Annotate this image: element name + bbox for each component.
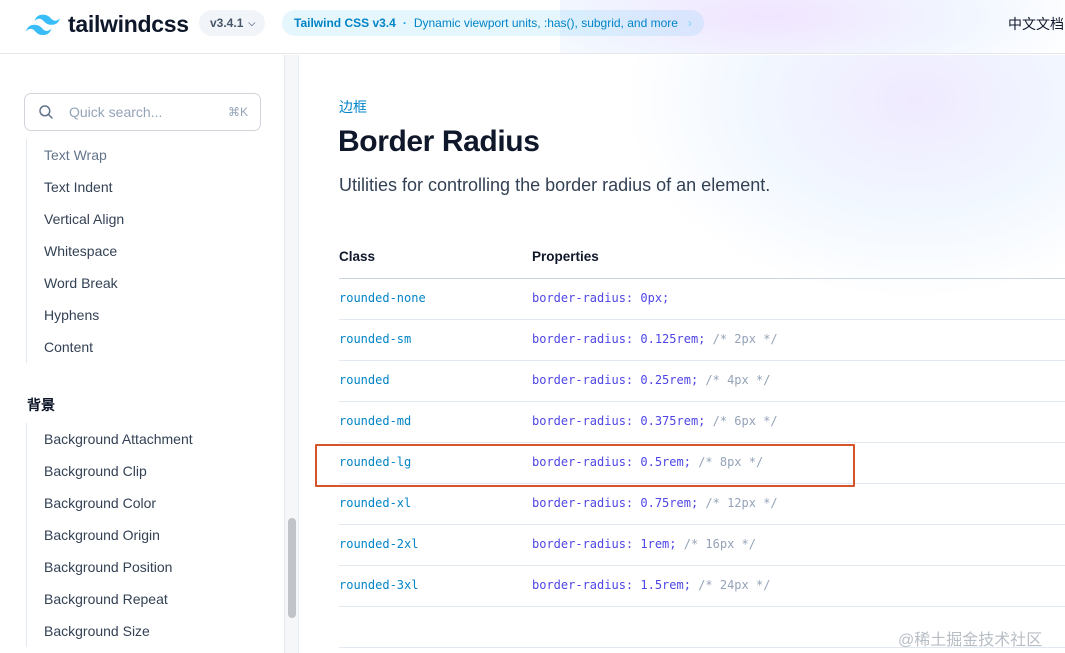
table-header-properties: Properties [532,249,599,264]
table-cell-properties: border-radius: 0.25rem; /* 4px */ [532,373,770,387]
announcement-separator: · [402,16,407,30]
property-value: border-radius: 0.375rem; [532,414,706,428]
table-cell-properties: border-radius: 0.75rem; /* 12px */ [532,496,778,510]
nav-list-backgrounds: Background Attachment Background Clip Ba… [26,423,193,647]
property-comment: /* 12px */ [705,496,778,510]
sidebar-item-vertical-align[interactable]: Vertical Align [27,203,124,235]
search-placeholder: Quick search... [69,104,163,120]
sidebar-scrollbar-thumb[interactable] [288,518,296,618]
version-selector[interactable]: v3.4.1 ⌵ [199,10,266,36]
announcement-strong: Tailwind CSS v3.4 [294,16,396,30]
sidebar: Quick search... ⌘K Text Wrap Text Indent… [0,55,285,653]
table-row: rounded-3xl border-radius: 1.5rem; /* 24p… [339,566,1065,607]
property-value: border-radius: 1.5rem; [532,578,691,592]
sidebar-item-background-origin[interactable]: Background Origin [27,519,193,551]
table-cell-properties: border-radius: 0.125rem; /* 2px */ [532,332,778,346]
table-cell-class: rounded-2xl [339,537,419,551]
property-comment: /* 6px */ [712,414,778,428]
announcement-link[interactable]: Tailwind CSS v3.4 · Dynamic viewport uni… [282,10,704,36]
property-value: border-radius: 0.75rem; [532,496,699,510]
table-row: rounded-2xl border-radius: 1rem; /* 16px … [339,525,1065,566]
sidebar-item-background-attachment[interactable]: Background Attachment [27,423,193,455]
quick-search-button[interactable]: Quick search... ⌘K [24,93,261,131]
language-link[interactable]: 中文文档 [1008,14,1064,34]
sidebar-item-background-size[interactable]: Background Size [27,615,193,647]
sidebar-item-whitespace[interactable]: Whitespace [27,235,124,267]
table-cell-class: rounded-xl [339,496,412,510]
table-row: rounded-md border-radius: 0.375rem; /* 6p… [339,402,1065,443]
table-cell-class: rounded-3xl [339,578,419,592]
table-cell-properties: border-radius: 0px; [532,291,669,305]
table-row: rounded border-radius: 0.25rem; /* 4px */ [339,361,1065,402]
property-comment: /* 2px */ [712,332,778,346]
sidebar-item-background-position[interactable]: Background Position [27,551,193,583]
sidebar-item-background-clip[interactable]: Background Clip [27,455,193,487]
sidebar-item-text-indent[interactable]: Text Indent [27,171,124,203]
table-cell-properties: border-radius: 0.375rem; /* 6px */ [532,414,778,428]
highlight-box [315,444,855,487]
table-header: Class Properties [339,243,1065,279]
property-value: border-radius: 0px; [532,291,670,305]
sidebar-item-text-wrap[interactable]: Text Wrap [27,139,124,171]
sidebar-item-background-repeat[interactable]: Background Repeat [27,583,193,615]
table-cell-class: rounded-sm [339,332,412,346]
property-comment: /* 16px */ [683,537,756,551]
search-shortcut: ⌘K [227,105,248,119]
table-row: rounded-none border-radius: 0px; [339,279,1065,320]
sidebar-item-background-color[interactable]: Background Color [27,487,193,519]
main-content: 边框 Border Radius Utilities for controlli… [299,55,1065,653]
sidebar-section-backgrounds: 背景 [27,397,55,413]
version-label: v3.4.1 [210,16,244,30]
property-comment: /* 24px */ [698,578,771,592]
property-value: border-radius: 1rem; [532,537,677,551]
logo-text: tailwindcss [68,11,189,37]
property-comment: /* 4px */ [705,373,771,387]
table-cell-class: rounded-md [339,414,412,428]
property-value: border-radius: 0.125rem; [532,332,706,346]
top-header: tailwindcss v3.4.1 ⌵ Tailwind CSS v3.4 ·… [0,0,1065,54]
table-row: rounded-xl border-radius: 0.75rem; /* 12p… [339,484,1065,525]
chevron-right-icon: › [687,16,692,30]
table-header-class: Class [339,249,376,264]
watermark: @稀土掘金技术社区 [898,632,1043,649]
table-cell-properties: border-radius: 1rem; /* 16px */ [532,537,756,551]
sidebar-item-word-break[interactable]: Word Break [27,267,124,299]
announcement-text: Dynamic viewport units, :has(), subgrid,… [413,16,678,30]
page-eyebrow: 边框 [339,99,367,115]
nav-list-typography: Text Wrap Text Indent Vertical Align Whi… [26,139,124,363]
table-body: rounded-none border-radius: 0px; rounded-s… [339,279,1065,607]
chevron-down-icon: ⌵ [248,17,256,28]
sidebar-item-content[interactable]: Content [27,331,124,363]
page-subtitle: Utilities for controlling the border rad… [339,175,771,195]
sidebar-item-hyphens[interactable]: Hyphens [27,299,124,331]
search-icon [39,105,53,119]
table-cell-properties: border-radius: 1.5rem; /* 24px */ [532,578,770,592]
logo[interactable]: tailwindcss [26,11,189,38]
table-row: rounded-sm border-radius: 0.125rem; /* 2p… [339,320,1065,361]
page-title: Border Radius [338,125,540,158]
table-cell-class: rounded-none [339,291,426,305]
tailwind-wave-icon [26,14,60,35]
property-value: border-radius: 0.25rem; [532,373,699,387]
table-cell-class: rounded [339,373,390,387]
